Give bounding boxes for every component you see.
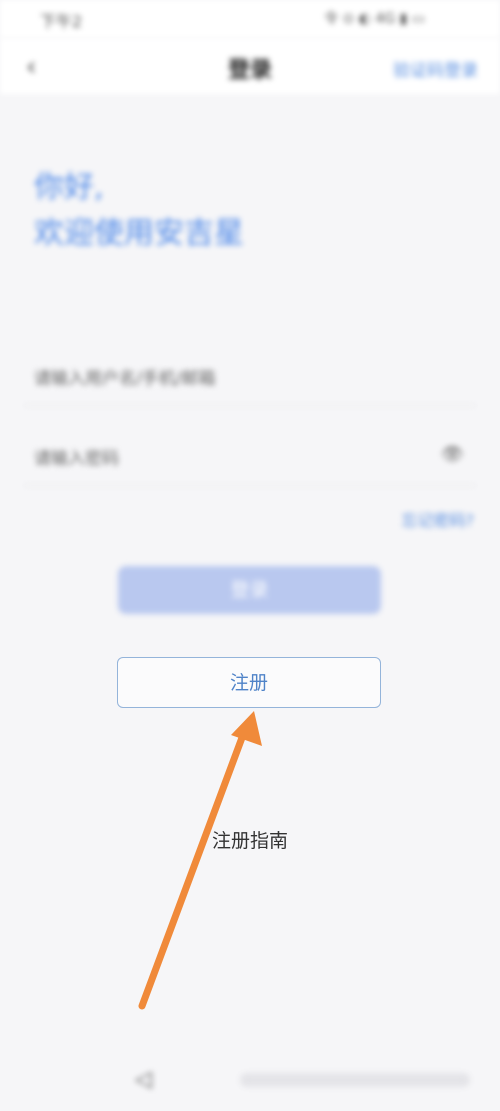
sms-login-link[interactable]: 验证码登录 xyxy=(393,56,478,81)
nav-bar: ‹ 登录 验证码登录 xyxy=(0,38,500,94)
greeting-line2: 欢迎使用安吉星 xyxy=(34,216,244,251)
register-guide-link[interactable]: 注册指南 xyxy=(0,826,500,853)
status-icons: 令 ⊙ ◐ 4G ▮ ▭ xyxy=(324,11,425,27)
status-time: 下午2 xyxy=(40,12,83,31)
password-input[interactable]: 请输入密码 xyxy=(34,444,119,469)
register-button[interactable]: 注册 xyxy=(117,657,381,708)
greeting-line1: 你好, xyxy=(34,170,104,205)
bottom-nav-bar: ◁ xyxy=(0,1055,500,1111)
nav-back-icon[interactable]: ◁ xyxy=(135,1067,152,1092)
password-divider xyxy=(24,485,476,486)
annotation-arrow-shaft xyxy=(138,731,247,1010)
annotation-arrow-head xyxy=(231,711,262,746)
login-button[interactable]: 登录 xyxy=(118,566,381,614)
greeting: 你好, 欢迎使用安吉星 xyxy=(34,165,244,257)
eye-icon[interactable]: 👁 xyxy=(441,444,464,465)
forgot-password-link[interactable]: 忘记密码? xyxy=(402,507,475,531)
account-input[interactable]: 请输入用户名/手机/邮箱 xyxy=(34,364,215,389)
status-bar: 下午2 令 ⊙ ◐ 4G ▮ ▭ xyxy=(0,0,500,38)
home-indicator[interactable] xyxy=(240,1073,470,1087)
account-divider xyxy=(24,405,476,406)
